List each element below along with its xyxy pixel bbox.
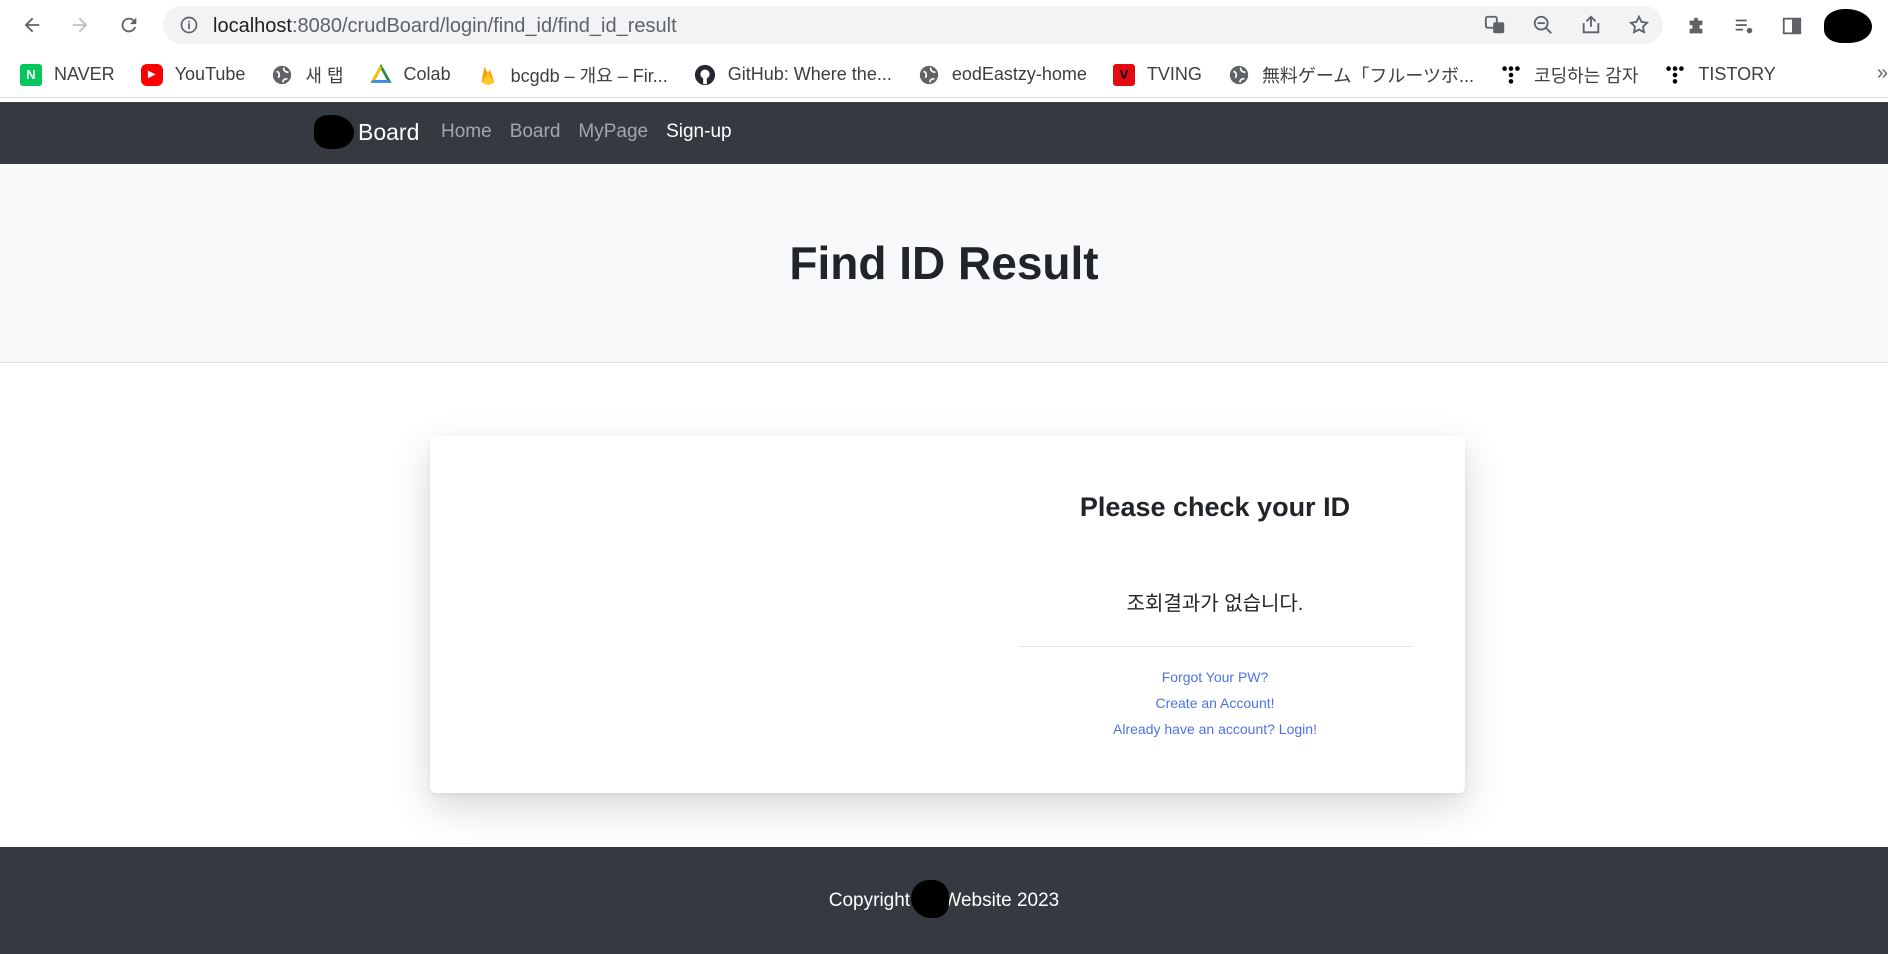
globe-icon	[919, 65, 939, 84]
forward-button[interactable]	[64, 9, 96, 41]
url-host: localhost	[213, 15, 292, 37]
back-button[interactable]	[16, 9, 48, 41]
url-path: :8080/crudBoard/login/find_id/find_id_re…	[291, 15, 677, 37]
reload-button[interactable]	[113, 9, 145, 41]
bookmarks-bar: N NAVER ▶ YouTube 새 탭 Colab bcgdb – 개요 –…	[0, 52, 1888, 98]
bookmark-github[interactable]: GitHub: Where the...	[694, 64, 892, 86]
zoom-out-icon[interactable]	[1527, 11, 1559, 39]
bookmark-coding-potato[interactable]: 코딩하는 감자	[1500, 62, 1638, 88]
colab-icon	[369, 63, 392, 83]
bookmark-label: TVING	[1146, 64, 1202, 84]
bookmark-game[interactable]: 無料ゲーム「フルーツボ...	[1228, 62, 1474, 88]
bookmark-new-tab[interactable]: 새 탭	[271, 62, 344, 88]
bookmark-label: TISTORY	[1698, 64, 1776, 84]
globe-icon	[273, 65, 292, 84]
address-bar[interactable]: localhost:8080/crudBoard/login/find_id/f…	[163, 6, 1663, 44]
github-icon	[694, 64, 715, 85]
bookmark-tving[interactable]: V TVING	[1112, 63, 1202, 86]
side-panel-icon[interactable]	[1776, 10, 1808, 42]
card-links: Forgot Your PW? Create an Account! Alrea…	[1018, 669, 1412, 737]
bookmark-label: YouTube	[174, 64, 246, 84]
tistory-icon	[1502, 65, 1520, 84]
divider	[1018, 646, 1412, 647]
back-arrow-icon	[24, 17, 40, 33]
bookmark-eodeastzy[interactable]: eodEastzy-home	[918, 64, 1087, 86]
bookmark-youtube[interactable]: ▶ YouTube	[140, 63, 246, 86]
firebase-icon	[481, 66, 494, 85]
forward-arrow-icon	[72, 17, 88, 33]
bookmark-colab[interactable]: Colab	[369, 63, 451, 86]
login-link[interactable]: Already have an account? Login!	[1018, 721, 1412, 737]
site-info-icon[interactable]	[179, 15, 199, 35]
bookmark-label: NAVER	[54, 64, 115, 84]
youtube-icon: ▶	[140, 63, 163, 86]
create-account-link[interactable]: Create an Account!	[1018, 695, 1412, 711]
page-title: Find ID Result	[789, 237, 1099, 289]
bookmark-label: 코딩하는 감자	[1534, 65, 1639, 86]
brand-logo	[314, 115, 354, 149]
site-footer: Copyright © Website 2023	[0, 847, 1888, 954]
result-message: 조회결과가 없습니다.	[1126, 593, 1304, 615]
nav-link-mypage[interactable]: MyPage	[578, 121, 648, 143]
footer-redaction	[911, 879, 950, 918]
globe-icon	[1229, 65, 1249, 84]
bookmark-label: 無料ゲーム「フルーツボ...	[1261, 65, 1475, 86]
bookmark-naver[interactable]: N NAVER	[20, 63, 115, 86]
card-heading: Please check your ID	[1079, 492, 1351, 522]
card-image-area	[430, 436, 930, 793]
bookmark-firebase[interactable]: bcgdb – 개요 – Fir...	[477, 62, 668, 88]
brand-text: Board	[358, 118, 420, 145]
bookmark-label: bcgdb – 개요 – Fir...	[510, 65, 668, 86]
translate-icon[interactable]	[1479, 11, 1511, 39]
bookmark-star-icon[interactable]	[1623, 11, 1655, 39]
nav-links: Home Board MyPage Sign-up	[441, 121, 732, 143]
nav-link-board[interactable]: Board	[510, 121, 561, 143]
bookmark-tistory[interactable]: TISTORY	[1664, 64, 1776, 86]
forgot-pw-link[interactable]: Forgot Your PW?	[1018, 669, 1412, 685]
result-card: Please check your ID 조회결과가 없습니다. Forgot …	[430, 436, 1465, 793]
tistory-icon	[1666, 65, 1685, 84]
naver-icon: N	[20, 63, 42, 86]
share-icon[interactable]	[1575, 11, 1607, 39]
bookmark-label: Colab	[403, 64, 451, 84]
bookmark-label: GitHub: Where the...	[727, 64, 892, 84]
navbar-brand[interactable]: Board	[314, 115, 419, 149]
profile-avatar[interactable]	[1824, 9, 1872, 43]
bookmark-label: 새 탭	[305, 65, 344, 86]
copyright-text: Copyright © Website 2023	[829, 879, 1060, 920]
extensions-icon[interactable]	[1680, 10, 1712, 42]
copyright-suffix: Website 2023	[943, 889, 1060, 911]
site-navbar: Board Home Board MyPage Sign-up	[0, 102, 1888, 164]
browser-toolbar: localhost:8080/crudBoard/login/find_id/f…	[0, 0, 1888, 50]
tving-icon: V	[1112, 63, 1135, 86]
card-body: Please check your ID 조회결과가 없습니다. Forgot …	[1018, 436, 1412, 793]
bookmark-label: eodEastzy-home	[951, 64, 1087, 84]
url-text[interactable]: localhost:8080/crudBoard/login/find_id/f…	[213, 15, 677, 38]
bookmarks-overflow-button[interactable]: »	[1877, 62, 1888, 85]
reload-icon	[121, 17, 137, 33]
nav-link-home[interactable]: Home	[441, 121, 492, 143]
page-header: Find ID Result	[0, 164, 1888, 363]
nav-link-signup[interactable]: Sign-up	[666, 121, 732, 143]
media-control-icon[interactable]	[1728, 10, 1760, 42]
